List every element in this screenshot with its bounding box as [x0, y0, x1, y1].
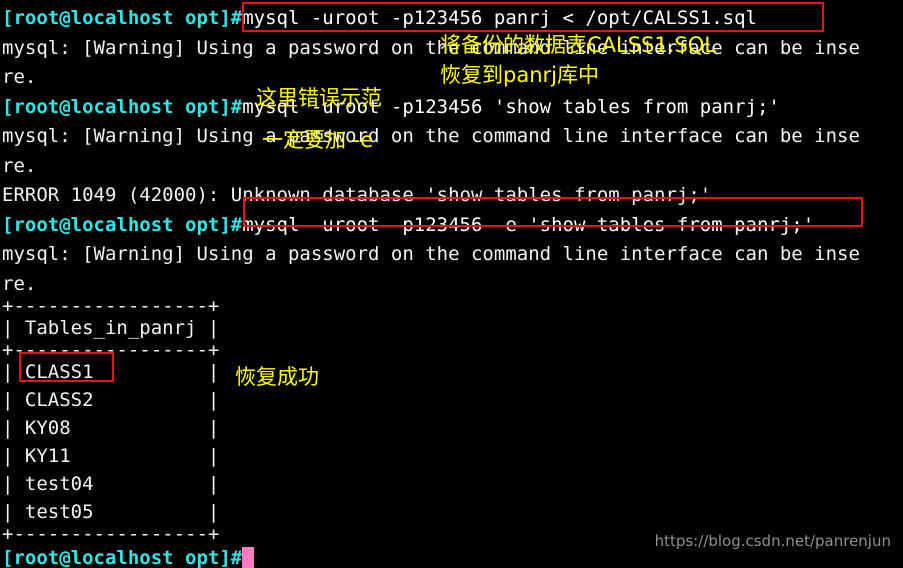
shell-prompt: [root@localhost opt]#: [2, 95, 243, 118]
terminal-line-1: [root@localhost opt]#mysql -uroot -p1234…: [2, 4, 757, 34]
terminal-line-8: [root@localhost opt]#mysql -uroot -p1234…: [2, 211, 814, 241]
command-restore-db: mysql -uroot -p123456 panrj < /opt/CALSS…: [242, 7, 757, 29]
shell-prompt: [root@localhost opt]#: [2, 547, 243, 568]
table-row: | test04 |: [2, 473, 220, 495]
shell-prompt: [root@localhost opt]#: [2, 7, 243, 29]
annotation-must-add-e: 一定要加 -e: [262, 128, 374, 152]
terminal-line-6: re.: [2, 154, 37, 177]
terminal-screenshot: [root@localhost opt]#mysql -uroot -p1234…: [0, 0, 903, 568]
annotation-restore-desc-line2: 恢复到panrj库中: [440, 63, 599, 87]
terminal-line-9: mysql: [Warning] Using a password on the…: [2, 243, 860, 265]
terminal-line-4: [root@localhost opt]#mysql -uroot -p1234…: [2, 93, 780, 123]
command-show-tables-correct: mysql -uroot -p123456 -e 'show tables fr…: [242, 213, 815, 236]
text-cursor[interactable]: [242, 547, 255, 568]
table-row: | CLASS1 |: [2, 361, 220, 383]
annotation-wrong-example: 这里错误示范: [256, 86, 382, 110]
terminal-line-3: re.: [2, 66, 37, 88]
annotation-restore-success: 恢复成功: [235, 365, 319, 389]
terminal-line-5: mysql: [Warning] Using a password on the…: [2, 125, 860, 147]
shell-prompt: [root@localhost opt]#: [2, 213, 243, 236]
table-row: | KY08 |: [2, 417, 220, 439]
table-row: | KY11 |: [2, 445, 220, 467]
terminal-line-2: mysql: [Warning] Using a password on the…: [2, 36, 860, 59]
annotation-restore-desc-line1: 将备份的数据表CALSS1.SQL: [440, 33, 716, 57]
watermark-blog-url: https://blog.csdn.net/panrenjun: [654, 532, 891, 550]
terminal-line-final-prompt[interactable]: [root@localhost opt]#: [2, 544, 255, 568]
terminal-line-error: ERROR 1049 (42000): Unknown database 'sh…: [2, 184, 712, 206]
table-row: | CLASS2 |: [2, 389, 220, 411]
